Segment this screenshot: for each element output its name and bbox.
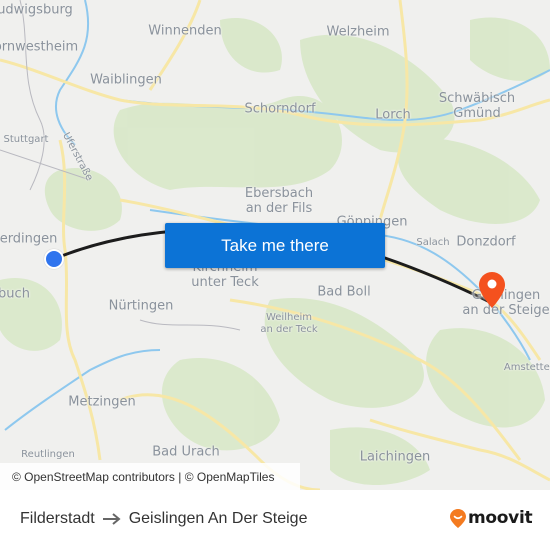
arrow-right-icon (102, 513, 121, 525)
map-label-bad-urach: Bad Urach (152, 444, 220, 460)
map-label-bad-boll: Bad Boll (317, 284, 371, 300)
map-label-schorndorf: Schorndorf (244, 101, 316, 117)
map-label-ebersbach: Ebersbach an der Fils (244, 186, 314, 216)
moovit-pin-icon (450, 508, 466, 528)
map-label-reutlingen: Reutlingen (21, 449, 75, 460)
map-label-kornwestheim: ornwestheim (0, 39, 79, 55)
origin-marker[interactable] (44, 249, 64, 269)
map-attribution[interactable]: © OpenStreetMap contributors | © OpenMap… (0, 463, 300, 490)
map-label-geislingen: Geislingen an der Steige (462, 288, 550, 318)
map-label-amstetten: Amstetten (503, 362, 550, 373)
map-label-stuttgart: Stuttgart (3, 134, 49, 145)
map-label-ludwigsburg: udwigsburg (0, 2, 73, 18)
footer-bar: Filderstadt Geislingen An Der Steige moo… (0, 490, 550, 550)
moovit-logo: moovit (450, 508, 533, 528)
map-view[interactable]: udwigsburg ornwestheim Winnenden Welzhei… (0, 0, 550, 490)
moovit-wordmark: moovit (468, 508, 533, 528)
map-label-salach: Salach (416, 237, 450, 248)
destination-pin-icon[interactable] (479, 272, 505, 308)
map-label-laichingen: Laichingen (359, 449, 431, 465)
destination-name: Geislingen An Der Steige (128, 510, 308, 527)
map-label-nuertingen: Nürtingen (108, 298, 174, 314)
map-label-schwaebisch-gmuend: Schwäbisch Gmünd (438, 91, 516, 121)
map-label-aichtal: buch (0, 286, 30, 302)
map-label-donzdorf: Donzdorf (456, 234, 516, 250)
map-label-lorch: Lorch (375, 107, 411, 123)
map-label-metzingen: Metzingen (68, 394, 136, 410)
map-label-winnenden: Winnenden (148, 23, 222, 39)
route-summary: Filderstadt Geislingen An Der Steige (20, 510, 307, 528)
map-label-waiblingen: Waiblingen (90, 72, 162, 88)
map-label-weilheim: Weilheim an der Teck (260, 312, 318, 335)
map-label-welzheim: Welzheim (326, 24, 390, 40)
take-me-there-button[interactable]: Take me there (165, 223, 385, 268)
map-label-filderstadt-area: terdingen (0, 231, 58, 247)
origin-name: Filderstadt (20, 510, 95, 527)
